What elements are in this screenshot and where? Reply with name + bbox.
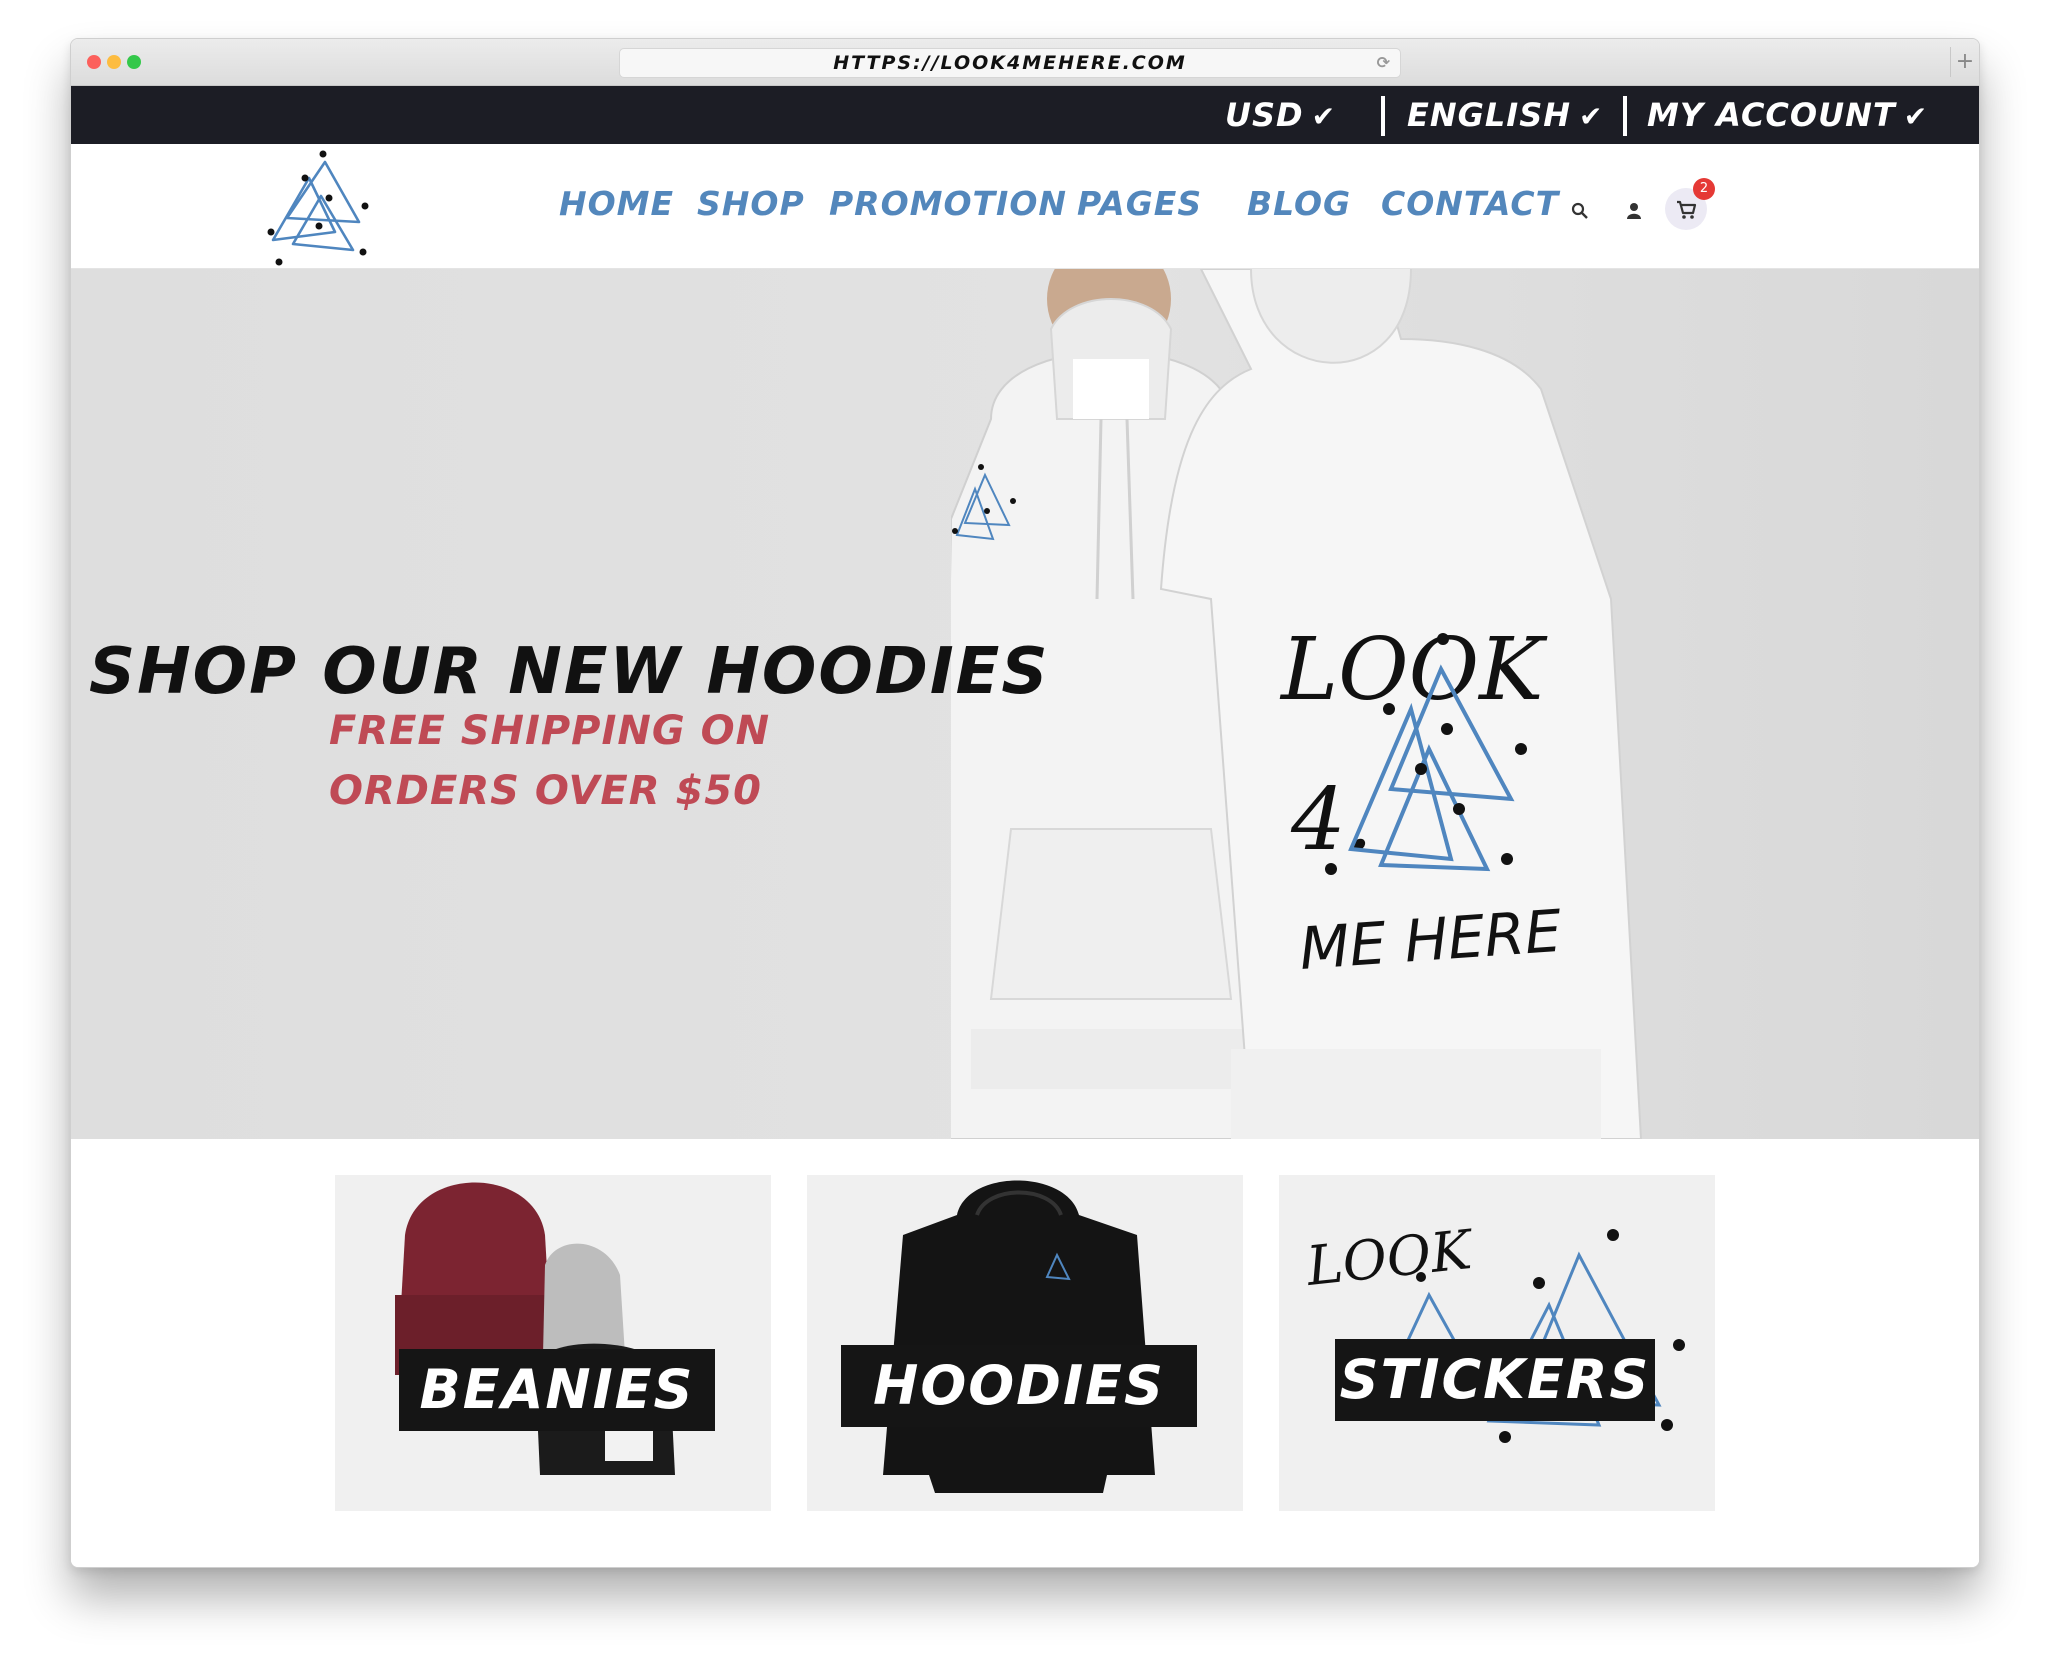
language-label: ENGLISH [1407, 96, 1572, 134]
address-bar[interactable]: HTTPS://LOOK4MEHERE.COM ⟳ [619, 48, 1401, 78]
nav-shop[interactable]: SHOP [697, 184, 805, 223]
chevron-down-icon: ✔ [1579, 100, 1604, 133]
hero-headline: SHOP OUR NEW HOODIES [89, 635, 1050, 709]
beanies-image [395, 1182, 675, 1475]
search-icon[interactable] [1571, 202, 1589, 220]
language-selector[interactable]: ENGLISH ✔ [1407, 86, 1604, 144]
nav-blog[interactable]: BLOG [1247, 184, 1351, 223]
chevron-down-icon: ✔ [1903, 100, 1929, 133]
new-tab-button[interactable]: + [1950, 47, 1979, 77]
nav-contact[interactable]: CONTACT [1381, 184, 1559, 223]
account-menu[interactable]: MY ACCOUNT ✔ [1647, 86, 1928, 144]
site-logo[interactable] [257, 148, 387, 268]
hero-banner[interactable]: LOOK 4. ME HERE SHOP OUR NEW HOODIES FRE… [71, 269, 1979, 1139]
nav-promotion[interactable]: PROMOTION [829, 184, 1067, 223]
category-label-stickers: STICKERS [1335, 1339, 1655, 1421]
chevron-down-icon: ✔ [1311, 100, 1337, 133]
currency-label: USD [1225, 96, 1304, 134]
maximize-window-button[interactable] [127, 55, 141, 69]
category-section: BEANIES HOODIES LOOK STICKERS [71, 1139, 1979, 1567]
svg-text:LOOK: LOOK [1303, 1218, 1477, 1298]
account-label: MY ACCOUNT [1647, 96, 1896, 134]
reload-icon[interactable]: ⟳ [1377, 49, 1392, 77]
category-card-hoodies[interactable]: HOODIES [807, 1175, 1243, 1511]
category-card-beanies[interactable]: BEANIES [335, 1175, 771, 1511]
address-text: HTTPS://LOOK4MEHERE.COM [833, 52, 1187, 74]
back-print-text: LOOK [1279, 620, 1548, 720]
category-card-stickers[interactable]: LOOK STICKERS [1279, 1175, 1715, 1511]
category-label-beanies: BEANIES [399, 1349, 715, 1431]
promo-line-1: FREE SHIPPING ON [329, 708, 771, 754]
hero-hoodies-image: LOOK 4. ME HERE [951, 269, 1643, 1139]
category-label-hoodies: HOODIES [841, 1345, 1197, 1427]
divider [1623, 96, 1627, 136]
hoodies-image [883, 1180, 1155, 1493]
user-icon[interactable] [1625, 202, 1643, 220]
currency-selector[interactable]: USD ✔ [1225, 86, 1336, 144]
minimize-window-button[interactable] [107, 55, 121, 69]
site-header: HOME SHOP PROMOTION PAGES BLOG CONTACT 2 [71, 144, 1979, 269]
divider [1381, 96, 1385, 136]
nav-home[interactable]: HOME [559, 184, 674, 223]
browser-titlebar: HTTPS://LOOK4MEHERE.COM ⟳ + [71, 39, 1979, 86]
cart-count-badge: 2 [1693, 178, 1715, 200]
browser-window: HTTPS://LOOK4MEHERE.COM ⟳ + USD ✔ ENGLISH… [70, 38, 1980, 1568]
hero-promo-text: FREE SHIPPING ON ORDERS OVER $50 [329, 701, 849, 821]
close-window-button[interactable] [87, 55, 101, 69]
back-print-text: 4. [1290, 770, 1373, 870]
utility-bar: USD ✔ ENGLISH ✔ MY ACCOUNT ✔ [71, 86, 1979, 144]
promo-line-2: ORDERS OVER $50 [329, 768, 762, 814]
nav-pages[interactable]: PAGES [1077, 184, 1202, 223]
